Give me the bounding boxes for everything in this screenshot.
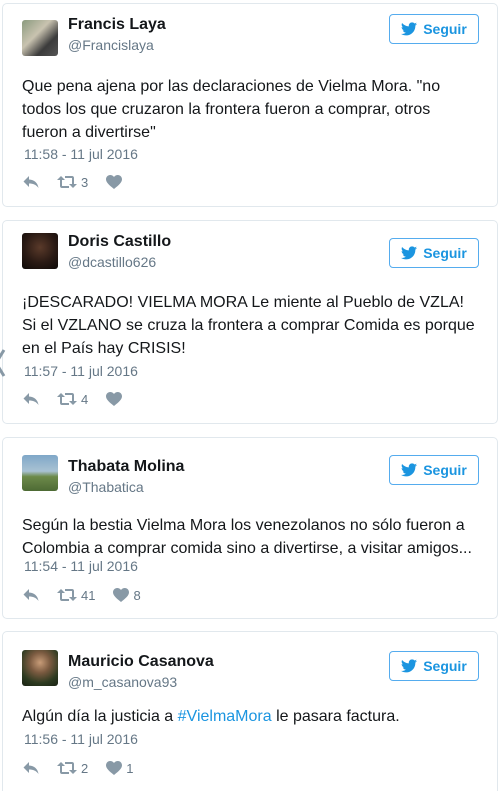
reply-button[interactable] <box>23 588 39 602</box>
twitter-bird-icon <box>401 659 417 673</box>
twitter-bird-icon <box>401 463 417 477</box>
tweet-card: Mauricio Casanova @m_casanova93 Seguir A… <box>2 631 498 791</box>
retweet-count: 3 <box>81 174 89 190</box>
heart-icon <box>106 761 122 775</box>
tweet-text: Que pena ajena por las declaraciones de … <box>22 78 441 141</box>
tweet-actions: 4 <box>23 390 144 408</box>
follow-label: Seguir <box>423 658 467 674</box>
tweet-text-part: le pasara factura. <box>271 708 400 725</box>
tweet-card: Thabata Molina @Thabatica Seguir Según l… <box>2 437 498 619</box>
like-button[interactable]: 1 <box>106 761 133 776</box>
retweet-button[interactable]: 2 <box>57 761 88 776</box>
timestamp[interactable]: 11:56 - 11 jul 2016 <box>24 731 138 747</box>
reply-icon <box>23 175 39 189</box>
avatar[interactable] <box>22 233 58 269</box>
heart-icon <box>106 392 122 406</box>
retweet-button[interactable]: 3 <box>57 175 88 190</box>
like-button[interactable] <box>106 175 126 189</box>
author-name[interactable]: Francis Laya <box>68 16 166 34</box>
retweet-icon <box>57 175 77 189</box>
timestamp[interactable]: 11:58 - 11 jul 2016 <box>24 146 138 162</box>
follow-label: Seguir <box>423 21 467 37</box>
avatar[interactable] <box>22 20 58 56</box>
author-name[interactable]: Mauricio Casanova <box>68 653 214 671</box>
retweet-icon <box>57 392 77 406</box>
twitter-bird-icon <box>401 246 417 260</box>
tweet-actions: 41 8 <box>23 586 159 604</box>
reply-button[interactable] <box>23 761 39 775</box>
tweet-actions: 2 1 <box>23 759 151 777</box>
heart-icon <box>106 175 122 189</box>
author-handle[interactable]: @Francislaya <box>68 37 154 53</box>
tweet-text: ¡DESCARADO! VIELMA MORA Le miente al Pue… <box>22 294 475 357</box>
follow-label: Seguir <box>423 462 467 478</box>
like-count: 8 <box>133 587 141 603</box>
retweet-icon <box>57 588 77 602</box>
like-button[interactable] <box>106 392 126 406</box>
reply-icon <box>23 761 39 775</box>
author-handle[interactable]: @dcastillo626 <box>68 254 156 270</box>
retweet-count: 2 <box>81 760 89 776</box>
tweet-text: Algún día la justicia a #VielmaMora le p… <box>22 705 479 728</box>
follow-button[interactable]: Seguir <box>389 651 479 681</box>
tweet-actions: 3 <box>23 173 144 191</box>
timestamp[interactable]: 11:54 - 11 jul 2016 <box>24 558 138 574</box>
like-count: 1 <box>126 760 134 776</box>
retweet-icon <box>57 761 77 775</box>
avatar[interactable] <box>22 650 58 686</box>
retweet-count: 41 <box>81 587 96 603</box>
tweet-card: Francis Laya @Francislaya Seguir Que pen… <box>2 3 498 207</box>
tweet-text: Según la bestia Vielma Mora los venezola… <box>22 517 472 557</box>
heart-icon <box>113 588 129 602</box>
retweet-button[interactable]: 4 <box>57 392 88 407</box>
chevron-left-icon[interactable] <box>0 348 6 378</box>
hashtag-link[interactable]: #VielmaMora <box>178 708 272 725</box>
tweet-card: Doris Castillo @dcastillo626 Seguir ¡DES… <box>2 220 498 424</box>
follow-button[interactable]: Seguir <box>389 238 479 268</box>
tweet-text-part: Algún día la justicia a <box>22 708 178 725</box>
timestamp[interactable]: 11:57 - 11 jul 2016 <box>24 363 138 379</box>
author-name[interactable]: Doris Castillo <box>68 233 171 251</box>
twitter-bird-icon <box>401 22 417 36</box>
retweet-count: 4 <box>81 391 89 407</box>
reply-icon <box>23 588 39 602</box>
author-handle[interactable]: @m_casanova93 <box>68 674 177 690</box>
retweet-button[interactable]: 41 <box>57 588 95 603</box>
reply-icon <box>23 392 39 406</box>
author-name[interactable]: Thabata Molina <box>68 458 184 476</box>
reply-button[interactable] <box>23 175 39 189</box>
follow-button[interactable]: Seguir <box>389 14 479 44</box>
author-handle[interactable]: @Thabatica <box>68 479 144 495</box>
reply-button[interactable] <box>23 392 39 406</box>
avatar[interactable] <box>22 455 58 491</box>
like-button[interactable]: 8 <box>113 587 141 603</box>
follow-button[interactable]: Seguir <box>389 455 479 485</box>
follow-label: Seguir <box>423 245 467 261</box>
